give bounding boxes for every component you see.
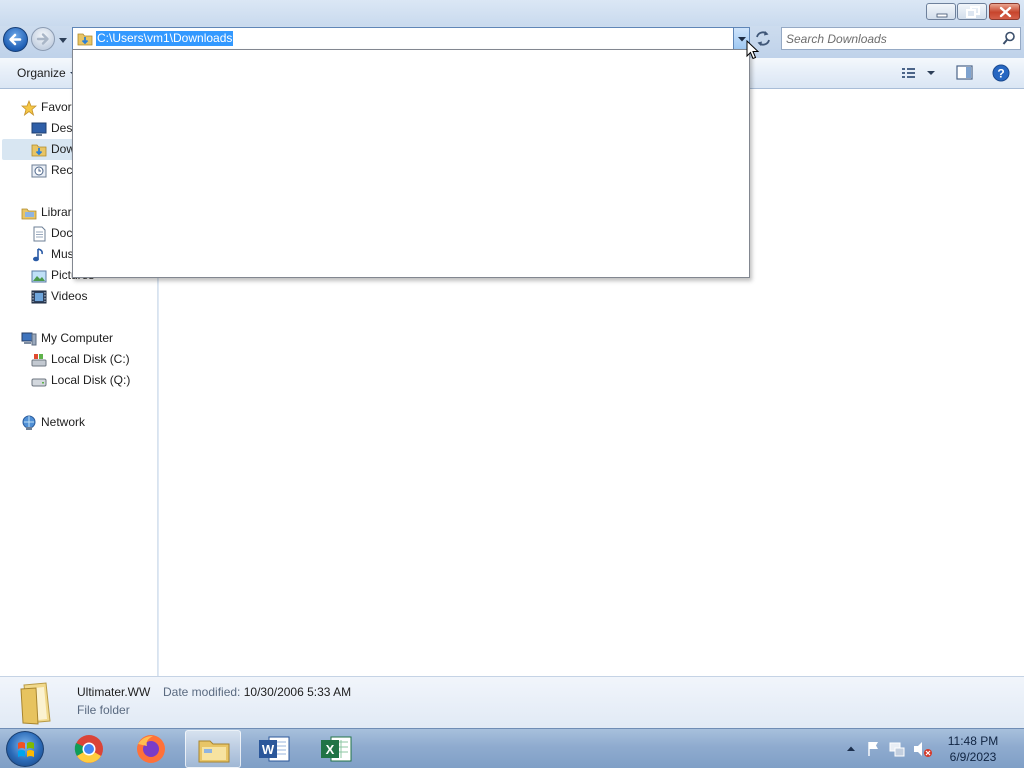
restore-button[interactable]	[957, 3, 987, 20]
date-modified: Date modified: 10/30/2006 5:33 AM	[163, 685, 351, 699]
start-button[interactable]	[6, 731, 44, 767]
view-list-icon	[902, 68, 915, 78]
organize-label: Organize	[17, 66, 66, 80]
taskbar-firefox[interactable]	[123, 730, 179, 768]
address-text[interactable]: C:\Users\vm1\Downloads	[96, 31, 234, 46]
clock[interactable]: 11:48 PM 6/9/2023	[938, 733, 1008, 765]
computer-icon	[21, 332, 37, 346]
date-modified-label: Date modified:	[163, 685, 241, 699]
search-input[interactable]	[786, 30, 991, 47]
drive-icon	[31, 378, 47, 387]
help-button[interactable]: ?	[991, 64, 1011, 82]
svg-text:?: ?	[997, 67, 1004, 81]
downloads-folder-icon	[31, 144, 47, 157]
excel-icon: X	[321, 736, 352, 762]
search-box[interactable]	[781, 27, 1021, 50]
clock-time: 11:48 PM	[947, 734, 999, 748]
firefox-icon	[137, 735, 165, 763]
taskbar-explorer[interactable]	[185, 730, 241, 768]
close-button[interactable]	[989, 3, 1020, 20]
preview-pane-button[interactable]	[955, 64, 975, 82]
show-hidden-icons-icon	[847, 746, 855, 751]
nav-network[interactable]: Network	[21, 412, 151, 433]
nav-videos[interactable]: Videos	[31, 286, 151, 307]
taskbar-excel[interactable]: X	[309, 730, 365, 768]
arrow-left-icon	[9, 33, 22, 46]
system-drive-icon	[31, 354, 47, 367]
recent-pages-dropdown[interactable]	[58, 35, 68, 45]
svg-text:X: X	[326, 742, 335, 757]
taskbar-chrome[interactable]	[61, 730, 117, 768]
mouse-cursor-icon	[746, 40, 760, 60]
recent-places-icon	[31, 164, 47, 178]
nav-local-disk-c[interactable]: Local Disk (C:)	[31, 349, 151, 370]
clock-date: 6/9/2023	[949, 750, 997, 764]
desktop-icon	[31, 122, 47, 136]
word-icon: W	[259, 736, 290, 762]
folder-icon	[20, 682, 51, 725]
date-modified-value: 10/30/2006 5:33 AM	[243, 685, 352, 699]
arrow-right-icon	[36, 33, 49, 45]
details-pane: Ultimater.WW Date modified: 10/30/2006 5…	[0, 676, 1024, 728]
minimize-button[interactable]	[926, 3, 956, 20]
item-type: File folder	[77, 703, 130, 717]
explorer-icon	[198, 740, 230, 763]
volume-muted-icon	[914, 742, 932, 757]
music-icon	[33, 248, 43, 262]
pictures-icon	[31, 270, 47, 283]
svg-text:W: W	[262, 742, 275, 757]
minimize-icon	[936, 13, 948, 18]
windows-logo-icon	[18, 742, 34, 757]
taskbar: W X 11:48 PM 6/9/2023	[0, 728, 1024, 768]
back-button[interactable]	[3, 27, 28, 52]
network-icon	[22, 415, 36, 430]
restore-icon	[966, 6, 980, 18]
taskbar-word[interactable]: W	[247, 730, 303, 768]
change-view-button[interactable]	[900, 64, 940, 82]
address-autocomplete-dropdown[interactable]	[72, 49, 750, 278]
search-icon[interactable]	[1002, 31, 1016, 46]
documents-icon	[33, 226, 46, 242]
nav-my-computer[interactable]: My Computer	[21, 328, 151, 349]
star-icon	[21, 100, 37, 116]
nav-local-disk-q[interactable]: Local Disk (Q:)	[31, 370, 151, 391]
address-bar[interactable]: C:\Users\vm1\Downloads	[72, 27, 750, 50]
action-center-flag-icon	[868, 742, 878, 756]
forward-button[interactable]	[31, 27, 55, 51]
videos-icon	[31, 290, 47, 304]
downloads-folder-icon	[77, 33, 93, 46]
caret-down-icon	[927, 71, 935, 75]
libraries-icon	[21, 208, 37, 220]
chrome-icon	[74, 735, 103, 763]
system-tray	[847, 742, 932, 757]
close-icon	[999, 6, 1012, 18]
title-bar	[0, 0, 1024, 26]
network-status-icon	[889, 742, 905, 757]
selected-item-name: Ultimater.WW	[77, 685, 151, 699]
